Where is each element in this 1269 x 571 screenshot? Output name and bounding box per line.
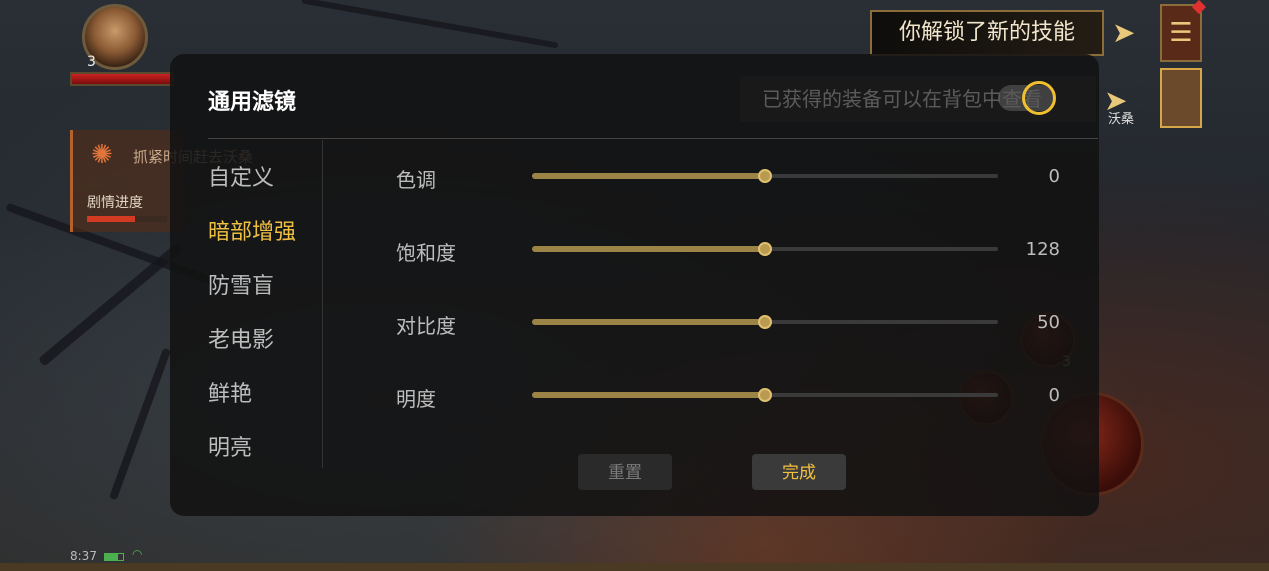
skill-unlocked-notification[interactable]: 你解锁了新的技能	[870, 10, 1104, 56]
slider-label: 色调	[396, 168, 436, 192]
player-level: 3	[87, 54, 96, 70]
tree-branch	[108, 347, 172, 501]
bottom-hud-strip	[0, 563, 1269, 571]
quest-progress-label: 剧情进度	[87, 195, 143, 211]
arrow-right-icon: ➤	[1112, 16, 1136, 49]
slider-label: 饱和度	[396, 241, 456, 265]
toggle-highlight-ring	[1022, 81, 1056, 115]
divider	[208, 138, 1098, 139]
quest-progress-bar	[87, 216, 167, 222]
bag-caption: 沃桑	[1108, 112, 1135, 127]
slider-row-brightness: 明度 0	[396, 375, 1066, 415]
slider-fill	[532, 392, 765, 398]
brightness-slider[interactable]	[532, 388, 998, 402]
slider-fill	[532, 173, 765, 179]
preset-custom[interactable]: 自定义	[208, 156, 324, 210]
slider-thumb[interactable]	[758, 315, 772, 329]
quest-progress-fill	[87, 216, 135, 222]
saturation-slider[interactable]	[532, 242, 998, 256]
hp-bar	[70, 72, 174, 86]
slider-label: 明度	[396, 387, 436, 411]
preset-old-film[interactable]: 老电影	[208, 318, 324, 372]
preset-bright[interactable]: 明亮	[208, 426, 324, 480]
slider-fill	[532, 319, 765, 325]
tree-branch	[301, 0, 559, 49]
quest-swirl-icon: ✺	[91, 140, 113, 170]
done-button[interactable]: 完成	[752, 454, 846, 490]
slider-row-contrast: 对比度 50	[396, 302, 1066, 342]
slider-value: 128	[1025, 239, 1060, 260]
preset-dark-enhance[interactable]: 暗部增强	[208, 210, 324, 264]
menu-button[interactable]: ☰	[1160, 0, 1207, 62]
menu-separator	[322, 140, 323, 468]
preset-vivid[interactable]: 鲜艳	[208, 372, 324, 426]
slider-value: 0	[1048, 166, 1060, 187]
slider-thumb[interactable]	[758, 242, 772, 256]
slider-row-saturation: 饱和度 128	[396, 229, 1066, 269]
slider-row-hue: 色调 0	[396, 156, 1066, 196]
slider-thumb[interactable]	[758, 388, 772, 402]
contrast-slider[interactable]	[532, 315, 998, 329]
panel-title: 通用滤镜	[208, 90, 297, 115]
slider-fill	[532, 246, 765, 252]
slider-label: 对比度	[396, 314, 456, 338]
inventory-bag-button[interactable]	[1160, 68, 1202, 128]
status-time: 8:37	[70, 549, 97, 563]
hamburger-icon: ☰	[1169, 18, 1193, 48]
slider-thumb[interactable]	[758, 169, 772, 183]
reset-button[interactable]: 重置	[578, 454, 672, 490]
slider-value: 50	[1037, 312, 1060, 333]
filter-preset-list: 自定义 暗部增强 防雪盲 老电影 鲜艳 明亮	[208, 156, 324, 480]
quest-tracker[interactable]: ✺ 抓紧时间赶去沃桑 剧情进度	[70, 130, 253, 232]
wifi-icon: ◠	[132, 547, 143, 561]
filter-panel: 通用滤镜 已获得的装备可以在背包中查看 自定义 暗部增强 防雪盲 老电影 鲜艳 …	[170, 54, 1099, 516]
slider-value: 0	[1048, 385, 1060, 406]
hue-slider[interactable]	[532, 169, 998, 183]
preset-anti-snowblind[interactable]: 防雪盲	[208, 264, 324, 318]
battery-icon	[104, 553, 124, 561]
